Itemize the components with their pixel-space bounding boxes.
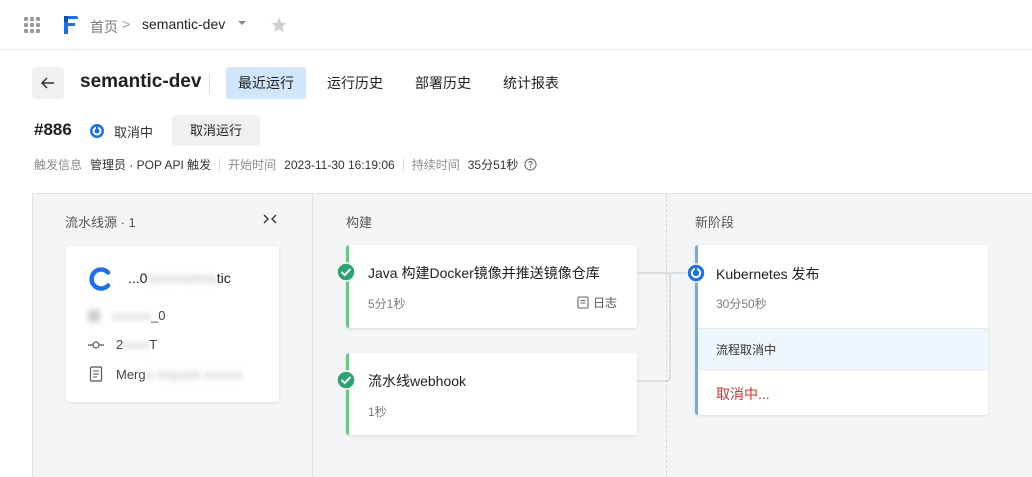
commit-row: 2 xxxx T	[88, 337, 157, 352]
trigger-value: 管理员 · POP API 触发	[90, 158, 212, 172]
branch-icon	[88, 309, 100, 322]
branch-name: _0	[151, 308, 166, 323]
repo-name: ...0xxxxxsematic	[128, 270, 231, 286]
help-icon[interactable]	[524, 158, 538, 171]
document-icon	[88, 366, 104, 382]
job-duration: 30分50秒	[716, 297, 767, 311]
source-card[interactable]: ...0xxxxxsematic xxxxxx _0 2 xxxx T Merg e r…	[66, 246, 279, 402]
start-time-label: 开始时间	[228, 158, 277, 172]
apps-grid-icon[interactable]	[24, 17, 40, 33]
stage-title-source: 流水线源 · 1	[65, 215, 136, 230]
commit-message: Merg	[116, 366, 146, 382]
tab-run-history[interactable]: 运行历史	[315, 67, 395, 99]
star-icon[interactable]	[270, 16, 288, 34]
log-icon	[577, 296, 589, 309]
top-navigation-bar: 首页 > semantic-dev	[0, 0, 1032, 50]
duration-label: 持续时间	[411, 158, 460, 172]
collapse-icon[interactable]	[262, 212, 278, 226]
pipeline-canvas: 流水线源 · 1 ...0xxxxxsematic xxxxxx _0 2 xxxx…	[32, 193, 1032, 477]
success-check-icon	[336, 262, 356, 282]
breadcrumb-separator-icon: >	[122, 16, 131, 32]
codeup-logo-icon	[89, 267, 111, 291]
job-card-kubernetes-deploy[interactable]: Kubernetes 发布 30分50秒 流程取消中 取消中...	[686, 245, 988, 415]
stage-title-build: 构建	[346, 215, 373, 230]
run-status: 取消中	[114, 125, 154, 140]
success-check-icon	[336, 370, 356, 390]
job-log-link[interactable]: 日志	[577, 294, 617, 311]
meta-divider	[219, 158, 221, 171]
job-card-docker-build[interactable]: Java 构建Docker镜像并推送镜像仓库 5分1秒 日志	[336, 245, 637, 328]
tab-statistics[interactable]: 统计报表	[491, 67, 571, 99]
job-name: Kubernetes 发布	[716, 266, 820, 282]
flow-logo-icon[interactable]	[60, 13, 80, 37]
trigger-label: 触发信息	[34, 158, 83, 172]
stage-title-new: 新阶段	[695, 215, 735, 230]
job-substatus: 流程取消中	[698, 328, 988, 370]
back-button[interactable]	[32, 67, 64, 99]
job-name: Java 构建Docker镜像并推送镜像仓库	[368, 265, 600, 281]
breadcrumb-home[interactable]: 首页	[90, 17, 118, 37]
meta-divider	[402, 158, 404, 171]
stage-divider	[666, 194, 667, 477]
cancelling-status-icon	[90, 124, 104, 138]
job-card-webhook[interactable]: 流水线webhook 1秒	[336, 353, 637, 435]
header-divider	[209, 74, 210, 94]
job-name: 流水线webhook	[368, 373, 467, 389]
cancel-run-button[interactable]: 取消运行	[172, 115, 260, 146]
branch-row: xxxxxx _0	[88, 308, 165, 323]
page-title: semantic-dev	[80, 71, 202, 92]
run-meta: 触发信息 管理员 · POP API 触发 开始时间 2023-11-30 16…	[34, 156, 538, 173]
job-duration: 1秒	[368, 405, 387, 419]
arrow-left-icon	[40, 77, 54, 89]
job-duration: 5分1秒	[368, 297, 406, 311]
cancelling-link[interactable]: 取消中...	[716, 384, 770, 404]
start-time-value: 2023-11-30 16:19:06	[284, 157, 395, 172]
tab-deploy-history[interactable]: 部署历史	[403, 67, 483, 99]
run-number: #886	[34, 120, 72, 139]
commit-id: 2	[116, 337, 124, 352]
cancelling-status-icon	[686, 263, 706, 283]
caret-down-icon[interactable]	[237, 18, 247, 28]
commit-message-row: Merg e request xxxxxx	[88, 366, 242, 382]
commit-icon	[88, 340, 104, 350]
tab-recent-runs[interactable]: 最近运行	[226, 67, 306, 99]
duration-value: 35分51秒	[467, 158, 519, 172]
stage-divider	[312, 194, 313, 477]
breadcrumb-current[interactable]: semantic-dev	[142, 16, 225, 32]
